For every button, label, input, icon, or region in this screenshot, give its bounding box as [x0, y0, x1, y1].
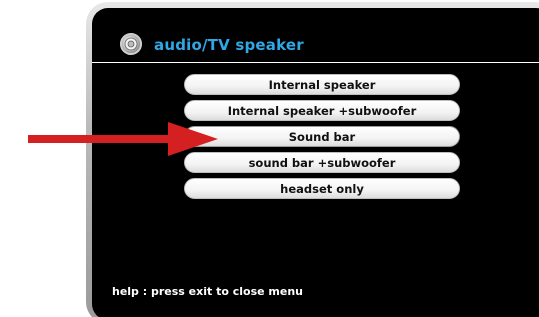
speaker-icon: [120, 33, 142, 55]
page-title: audio/TV speaker: [154, 36, 304, 54]
menu-item-internal-speaker[interactable]: Internal speaker: [184, 74, 460, 95]
help-text: help : press exit to close menu: [112, 285, 304, 298]
menu-header: audio/TV speaker: [92, 8, 539, 70]
stage: audio/TV speaker Internal speaker Intern…: [0, 0, 539, 317]
menu-item-headset-only[interactable]: headset only: [184, 178, 460, 199]
tv-screen: audio/TV speaker Internal speaker Intern…: [92, 8, 539, 317]
speaker-options-menu: Internal speaker Internal speaker +subwo…: [184, 74, 460, 204]
menu-item-internal-speaker-subwoofer[interactable]: Internal speaker +subwoofer: [184, 100, 460, 121]
red-arrow-icon: [28, 122, 218, 160]
menu-item-sound-bar-subwoofer[interactable]: sound bar +subwoofer: [184, 152, 460, 173]
menu-item-sound-bar[interactable]: Sound bar: [184, 126, 460, 147]
header-divider: [92, 62, 539, 63]
